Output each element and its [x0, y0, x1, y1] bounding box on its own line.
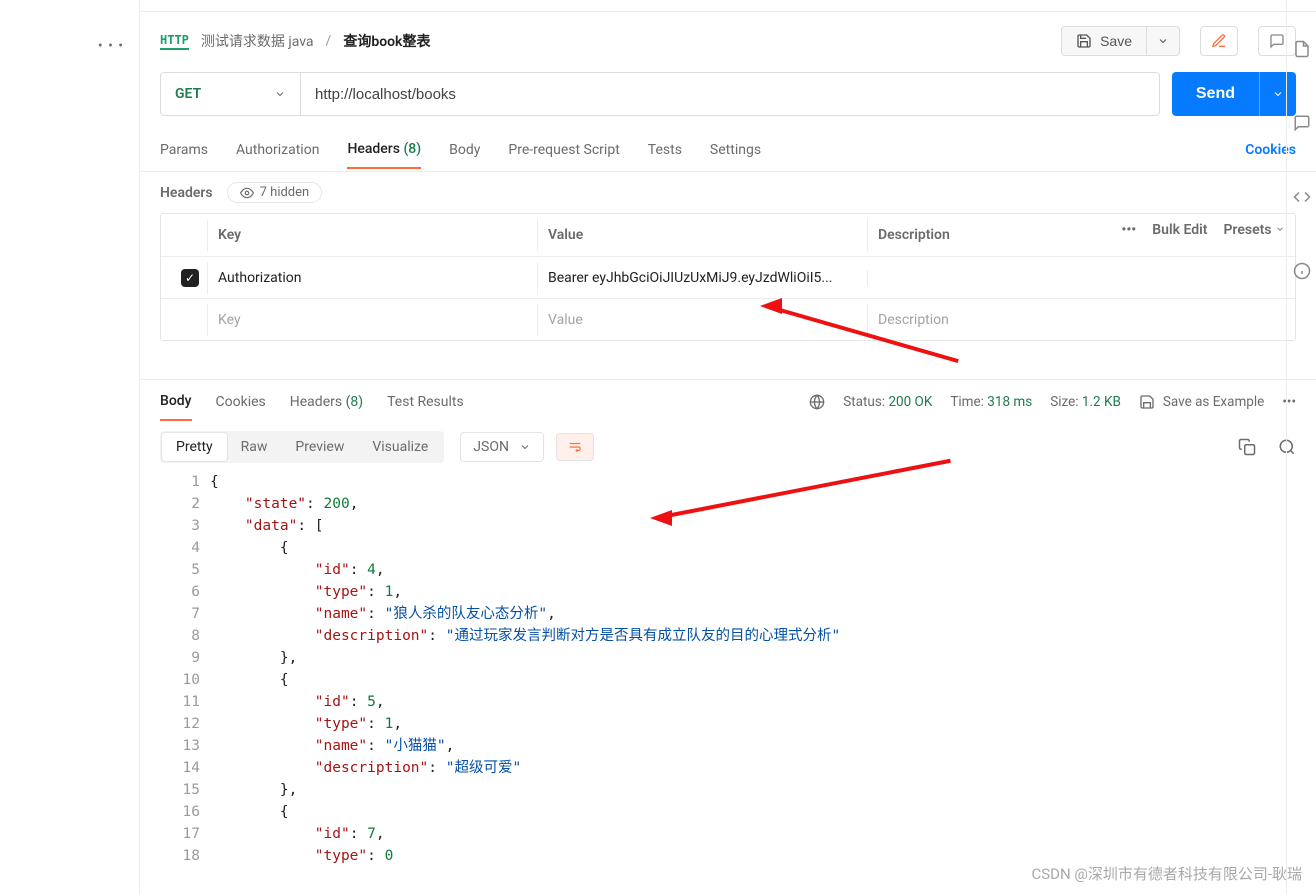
view-raw[interactable]: Raw — [227, 433, 282, 461]
view-visualize[interactable]: Visualize — [358, 433, 442, 461]
header-key-cell[interactable]: Authorization — [207, 262, 537, 294]
save-button-label: Save — [1100, 33, 1132, 49]
chevron-down-icon — [519, 441, 531, 453]
response-body[interactable]: 123456789101112131415161718 { "state": 2… — [140, 471, 1316, 867]
save-as-example-button[interactable]: Save as Example — [1139, 394, 1264, 410]
status-value: 200 OK — [888, 394, 932, 410]
value-input[interactable]: Value — [537, 304, 867, 336]
resp-tab-headers-count: (8) — [346, 394, 364, 410]
tab-prerequest[interactable]: Pre-request Script — [508, 132, 619, 168]
col-value: Value — [537, 219, 867, 251]
save-as-example-label: Save as Example — [1163, 394, 1264, 410]
globe-icon[interactable] — [809, 394, 825, 410]
size-label: Size: — [1050, 394, 1078, 410]
send-button[interactable]: Send — [1172, 72, 1259, 116]
breadcrumb-sep: / — [326, 33, 332, 49]
tabstrip — [140, 0, 1316, 12]
description-input[interactable]: Description — [867, 304, 1295, 336]
wrap-lines-button[interactable] — [556, 433, 594, 461]
context-menu-icon[interactable]: • • • — [98, 38, 124, 54]
resp-tab-headers-label: Headers — [290, 394, 342, 410]
right-rail — [1286, 0, 1316, 894]
bulk-edit-link[interactable]: Bulk Edit — [1152, 222, 1207, 238]
time-value: 318 ms — [987, 394, 1032, 410]
row-checkbox[interactable]: ✓ — [181, 269, 199, 287]
headers-title: Headers — [160, 185, 213, 201]
rail-info-icon[interactable] — [1293, 262, 1311, 280]
tab-headers-label: Headers — [347, 141, 400, 157]
http-method-select[interactable]: GET — [161, 73, 301, 115]
method-url-group: GET — [160, 72, 1160, 116]
size-value: 1.2 KB — [1082, 394, 1121, 410]
status-label: Status: — [843, 394, 885, 410]
rail-code-icon[interactable] — [1293, 188, 1311, 206]
view-preview[interactable]: Preview — [281, 433, 358, 461]
tab-headers-count: (8) — [403, 141, 421, 157]
http-method-label: GET — [175, 86, 201, 102]
copy-icon[interactable] — [1238, 438, 1256, 456]
chevron-down-icon — [274, 88, 286, 100]
col-key: Key — [207, 219, 537, 251]
rail-docs-icon[interactable] — [1293, 40, 1311, 58]
header-desc-cell[interactable] — [867, 270, 1295, 286]
breadcrumb-row: HTTP 测试请求数据 java / 查询book整表 Save — [140, 12, 1316, 66]
hidden-headers-toggle[interactable]: 7 hidden — [227, 182, 323, 203]
format-select[interactable]: JSON — [460, 432, 544, 462]
eye-icon — [240, 186, 254, 200]
resp-tab-body[interactable]: Body — [160, 383, 192, 421]
url-input[interactable] — [301, 73, 1159, 115]
resp-tab-cookies[interactable]: Cookies — [216, 384, 266, 420]
breadcrumb-collection[interactable]: 测试请求数据 java — [201, 31, 314, 51]
resp-tab-headers[interactable]: Headers (8) — [290, 384, 363, 420]
response-tabs: Body Cookies Headers (8) Test Results St… — [140, 379, 1316, 423]
time-label: Time: — [950, 394, 984, 410]
tab-headers[interactable]: Headers (8) — [347, 131, 421, 169]
request-tabs: Params Authorization Headers (8) Body Pr… — [140, 128, 1316, 172]
tab-authorization[interactable]: Authorization — [236, 132, 319, 168]
view-pretty[interactable]: Pretty — [162, 433, 227, 461]
save-caret-button[interactable] — [1146, 26, 1180, 56]
headers-table: Key Value Description ••• Bulk Edit Pres… — [160, 213, 1296, 341]
more-icon[interactable]: ••• — [1121, 222, 1136, 238]
save-icon — [1139, 394, 1155, 410]
edit-name-button[interactable] — [1200, 26, 1238, 56]
resp-tab-tests[interactable]: Test Results — [387, 384, 464, 420]
save-button[interactable]: Save — [1061, 26, 1146, 56]
format-label: JSON — [473, 439, 509, 455]
viewbar: Pretty Raw Preview Visualize JSON — [140, 423, 1316, 471]
tab-settings[interactable]: Settings — [710, 132, 761, 168]
hidden-headers-label: 7 hidden — [260, 185, 310, 200]
tab-params[interactable]: Params — [160, 132, 208, 168]
table-row[interactable]: ✓ Authorization Bearer eyJhbGciOiJIUzUxM… — [161, 256, 1295, 298]
presets-dropdown[interactable]: Presets — [1223, 222, 1285, 238]
key-input[interactable]: Key — [207, 304, 537, 336]
breadcrumb-request[interactable]: 查询book整表 — [343, 31, 430, 51]
header-value-cell[interactable]: Bearer eyJhbGciOiJIUzUxMiJ9.eyJzdWliOiI5… — [537, 262, 867, 294]
tab-body[interactable]: Body — [449, 132, 480, 168]
table-row-empty[interactable]: Key Value Description — [161, 298, 1295, 340]
tab-tests[interactable]: Tests — [648, 132, 682, 168]
rail-comments-icon[interactable] — [1293, 114, 1311, 132]
http-badge-icon: HTTP — [160, 33, 189, 50]
